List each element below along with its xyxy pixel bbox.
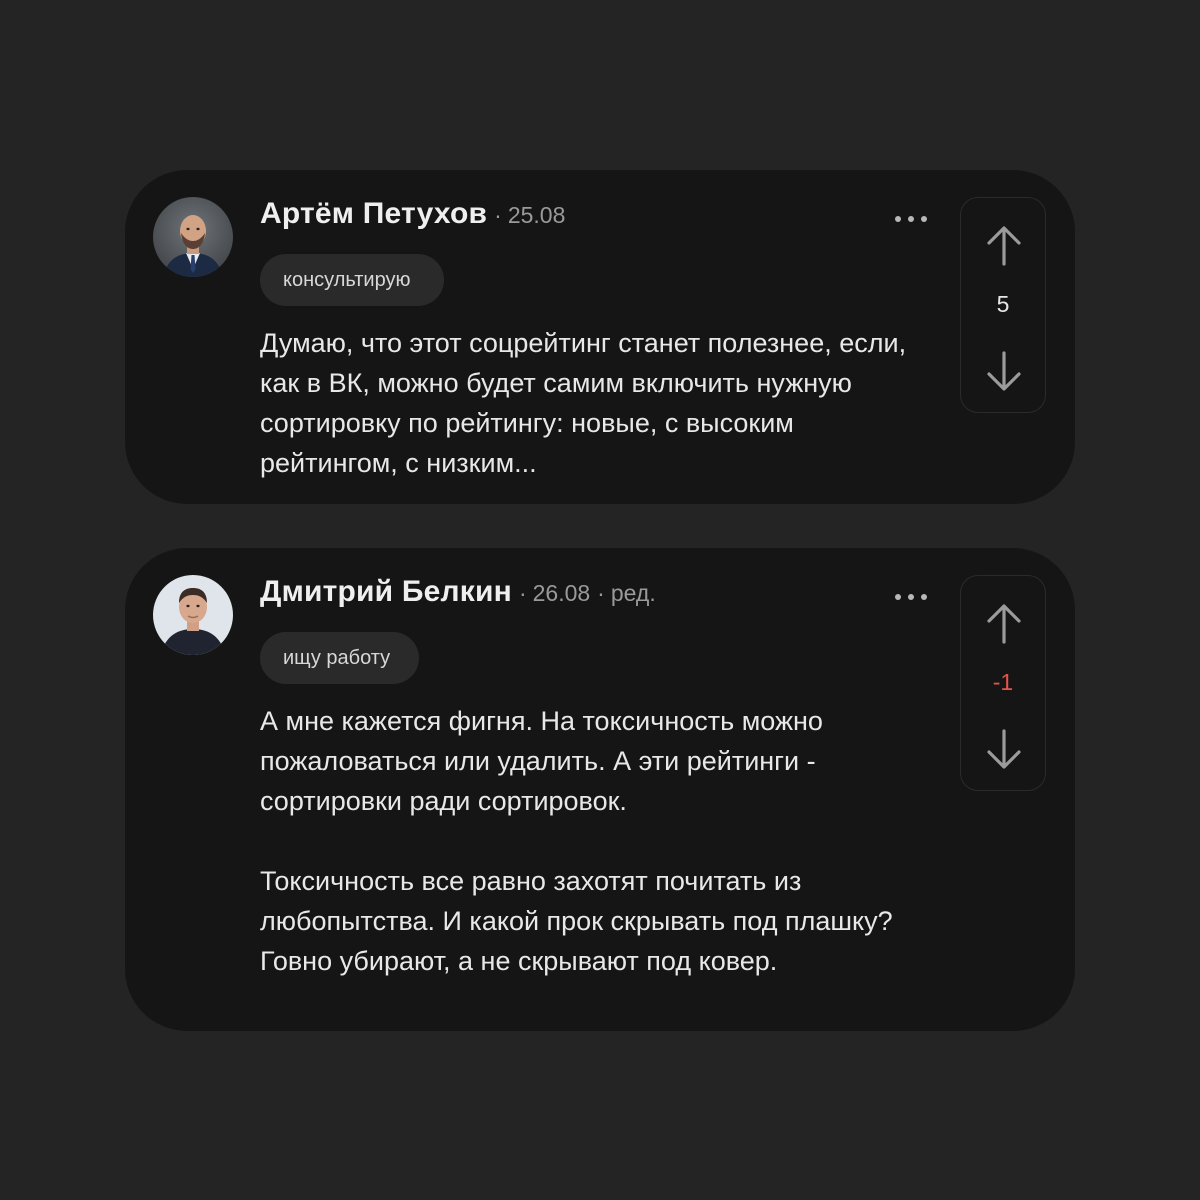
- vote-widget: 5: [960, 197, 1046, 413]
- comment-paragraph: Думаю, что этот соцрейтинг станет полезн…: [260, 328, 907, 478]
- comment-paragraph: Токсичность все равно захотят почитать и…: [260, 866, 893, 976]
- rating-count: -1: [992, 669, 1014, 695]
- dot: [895, 594, 901, 600]
- status-badge: консультирую: [260, 254, 444, 306]
- vote-widget: -1: [960, 575, 1046, 791]
- dot: [908, 216, 914, 222]
- comment-date: 26.08: [532, 580, 591, 606]
- rating-count: 5: [996, 291, 1010, 317]
- separator: ·: [518, 580, 527, 606]
- comment-text: Думаю, что этот соцрейтинг станет полезн…: [260, 323, 920, 483]
- arrow-up-icon[interactable]: [981, 599, 1027, 649]
- author-name[interactable]: Артём Петухов: [260, 197, 487, 231]
- comment-header: Артём Петухов · 25.08: [260, 197, 565, 237]
- separator: ·: [597, 580, 605, 606]
- comment-card: Дмитрий Белкин · 26.08 · ред. ищу работу…: [125, 548, 1075, 1031]
- arrow-up-icon[interactable]: [981, 221, 1027, 271]
- status-badge: ищу работу: [260, 632, 419, 684]
- arrow-down-icon[interactable]: [981, 724, 1027, 774]
- comment-paragraph: А мне кажется фигня. На токсичность можн…: [260, 706, 823, 816]
- author-name[interactable]: Дмитрий Белкин: [260, 575, 512, 609]
- edited-label: ред.: [610, 580, 656, 606]
- dot: [921, 594, 927, 600]
- comment-card: Артём Петухов · 25.08 консультирую Думаю…: [125, 170, 1075, 504]
- comment-header: Дмитрий Белкин · 26.08 · ред.: [260, 575, 656, 615]
- separator: ·: [494, 202, 502, 228]
- more-horizontal-icon[interactable]: [895, 590, 927, 604]
- comment-text: А мне кажется фигня. На токсичность можн…: [260, 701, 920, 981]
- dot: [921, 216, 927, 222]
- avatar[interactable]: [153, 197, 233, 277]
- comment-date: 25.08: [507, 202, 566, 228]
- dot: [908, 594, 914, 600]
- avatar-photo: [153, 575, 233, 655]
- avatar[interactable]: [153, 575, 233, 655]
- arrow-down-icon[interactable]: [981, 346, 1027, 396]
- dot: [895, 216, 901, 222]
- more-horizontal-icon[interactable]: [895, 212, 927, 226]
- avatar-photo: [153, 197, 233, 277]
